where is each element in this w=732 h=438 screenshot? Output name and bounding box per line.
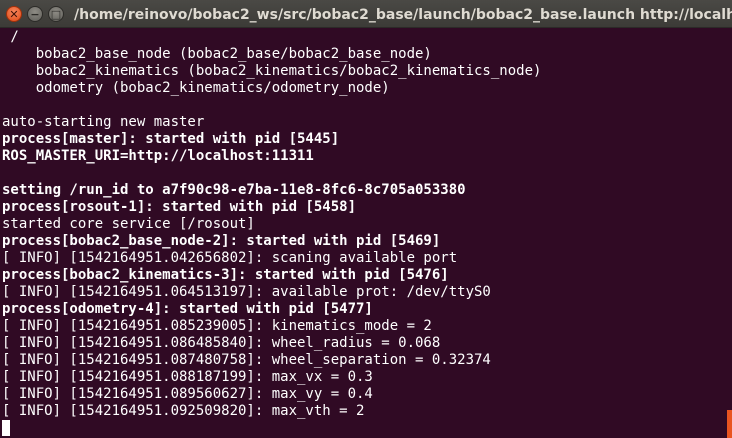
terminal-line: bobac2_kinematics (bobac2_kinematics/bob… [2, 63, 542, 79]
terminal-line: setting /run_id to a7f90c98-e7ba-11e8-8f… [2, 182, 466, 198]
terminal-line: started core service [/rosout] [2, 216, 255, 232]
terminal-line: [ INFO] [1542164951.089560627]: max_vy =… [2, 386, 373, 402]
terminal-line: [ INFO] [1542164951.088187199]: max_vx =… [2, 369, 373, 385]
minimize-icon: − [30, 8, 40, 21]
title-bar[interactable]: ✕ − □ /home/reinovo/bobac2_ws/src/bobac2… [0, 0, 732, 28]
terminal-line: [ INFO] [1542164951.087480758]: wheel_se… [2, 352, 491, 368]
close-button[interactable]: ✕ [6, 6, 22, 22]
terminal-line: process[bobac2_base_node-2]: started wit… [2, 233, 441, 249]
terminal-line: / [2, 29, 19, 45]
terminal-line: process[odometry-4]: started with pid [5… [2, 301, 373, 317]
text-cursor [2, 420, 10, 436]
terminal-line: ROS_MASTER_URI=http://localhost:11311 [2, 148, 314, 164]
terminal-line: [ INFO] [1542164951.092509820]: max_vth … [2, 403, 365, 419]
maximize-icon: □ [50, 8, 62, 21]
terminal-line: process[bobac2_kinematics-3]: started wi… [2, 267, 449, 283]
terminal-line: [ INFO] [1542164951.042656802]: scaning … [2, 250, 458, 266]
terminal-line: process[master]: started with pid [5445] [2, 131, 340, 147]
terminal-line: [ INFO] [1542164951.086485840]: wheel_ra… [2, 335, 441, 351]
terminal-line: bobac2_base_node (bobac2_base/bobac2_bas… [2, 46, 432, 62]
terminal-output[interactable]: / bobac2_base_node (bobac2_base/bobac2_b… [0, 28, 732, 438]
terminal-line: process[rosout-1]: started with pid [545… [2, 199, 357, 215]
terminal-line: odometry (bobac2_kinematics/odometry_nod… [2, 80, 390, 96]
terminal-window: ✕ − □ /home/reinovo/bobac2_ws/src/bobac2… [0, 0, 732, 438]
terminal-line: [ INFO] [1542164951.064513197]: availabl… [2, 284, 491, 300]
terminal-line: auto-starting new master [2, 114, 205, 130]
terminal-line: [ INFO] [1542164951.085239005]: kinemati… [2, 318, 432, 334]
scroll-indicator[interactable] [727, 410, 732, 438]
minimize-button[interactable]: − [27, 6, 43, 22]
maximize-button[interactable]: □ [48, 6, 64, 22]
close-icon: ✕ [9, 8, 19, 21]
window-title: /home/reinovo/bobac2_ws/src/bobac2_base/… [74, 7, 732, 23]
